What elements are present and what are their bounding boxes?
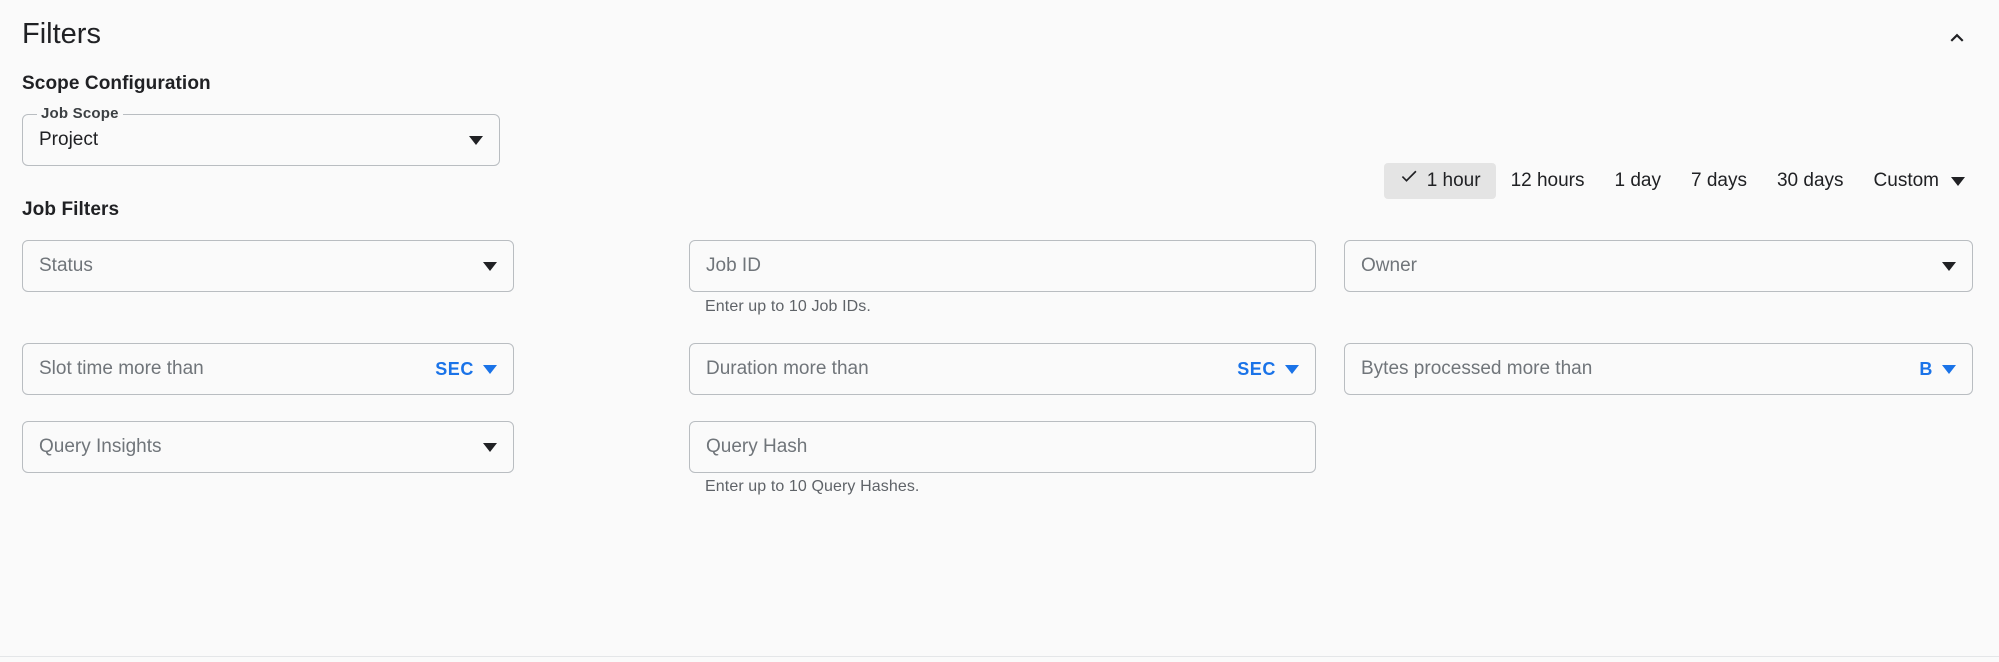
time-range-chip-1-hour[interactable]: 1 hour xyxy=(1383,163,1496,199)
panel-bottom-divider xyxy=(0,656,1999,657)
job-scope-value: Project xyxy=(39,129,99,150)
duration-input[interactable]: Duration more than SEC xyxy=(689,343,1316,395)
time-range-chip-12-hours[interactable]: 12 hours xyxy=(1496,163,1600,199)
time-range-chip-1-day[interactable]: 1 day xyxy=(1600,163,1676,199)
filters-panel: Filters Scope Configuration Job Scope Pr… xyxy=(0,0,1999,662)
status-select-placeholder: Status xyxy=(39,255,93,276)
job-id-input-placeholder: Job ID xyxy=(706,255,761,276)
bytes-processed-unit-label: B xyxy=(1919,359,1933,379)
duration-unit-label: SEC xyxy=(1237,359,1276,379)
query-hash-input-placeholder: Query Hash xyxy=(706,436,808,457)
job-id-helper-text: Enter up to 10 Job IDs. xyxy=(705,298,871,315)
chevron-down-icon xyxy=(483,261,497,271)
time-range-chip-label: 1 day xyxy=(1614,170,1661,191)
query-insights-select-placeholder: Query Insights xyxy=(39,436,162,457)
time-range-selector: 1 hour 12 hours 1 day 7 days 30 days Cus… xyxy=(1383,163,1975,199)
query-hash-helper-text: Enter up to 10 Query Hashes. xyxy=(705,478,920,495)
chevron-down-icon xyxy=(1942,261,1956,271)
slot-time-unit-select[interactable]: SEC xyxy=(435,359,497,379)
time-range-custom-label: Custom xyxy=(1873,170,1939,191)
time-range-chip-label: 7 days xyxy=(1691,170,1747,191)
time-range-chip-label: 30 days xyxy=(1776,170,1844,191)
time-range-custom-button[interactable]: Custom xyxy=(1859,163,1975,199)
bytes-processed-input-placeholder: Bytes processed more than xyxy=(1361,358,1593,379)
chevron-up-icon xyxy=(1944,25,1970,51)
chevron-down-icon xyxy=(1285,364,1299,374)
job-scope-label: Job Scope xyxy=(37,105,123,123)
chevron-down-icon xyxy=(1942,364,1956,374)
chevron-down-icon xyxy=(483,442,497,452)
job-scope-select[interactable]: Job Scope Project xyxy=(22,105,500,166)
job-id-input[interactable]: Job ID xyxy=(689,240,1316,292)
duration-unit-select[interactable]: SEC xyxy=(1237,359,1299,379)
chevron-down-icon xyxy=(1951,176,1965,186)
query-insights-select[interactable]: Query Insights xyxy=(22,421,514,473)
time-range-chip-label: 1 hour xyxy=(1426,170,1481,191)
time-range-chip-30-days[interactable]: 30 days xyxy=(1762,163,1859,199)
check-icon xyxy=(1399,163,1419,199)
chevron-down-icon xyxy=(483,364,497,374)
owner-select[interactable]: Owner xyxy=(1344,240,1973,292)
time-range-chip-label: 12 hours xyxy=(1510,170,1585,191)
page-title: Filters xyxy=(22,18,101,50)
panel-header: Filters xyxy=(0,14,1999,60)
slot-time-unit-label: SEC xyxy=(435,359,474,379)
duration-input-placeholder: Duration more than xyxy=(706,358,869,379)
slot-time-input-placeholder: Slot time more than xyxy=(39,358,204,379)
scope-configuration-heading: Scope Configuration xyxy=(22,73,211,94)
bytes-processed-input[interactable]: Bytes processed more than B xyxy=(1344,343,1973,395)
chevron-down-icon xyxy=(469,135,483,145)
bytes-processed-unit-select[interactable]: B xyxy=(1919,359,1956,379)
slot-time-input[interactable]: Slot time more than SEC xyxy=(22,343,514,395)
collapse-panel-button[interactable] xyxy=(1937,18,1977,58)
query-hash-input[interactable]: Query Hash xyxy=(689,421,1316,473)
time-range-chip-7-days[interactable]: 7 days xyxy=(1676,163,1762,199)
status-select[interactable]: Status xyxy=(22,240,514,292)
owner-select-placeholder: Owner xyxy=(1361,255,1417,276)
job-filters-heading: Job Filters xyxy=(22,199,120,220)
